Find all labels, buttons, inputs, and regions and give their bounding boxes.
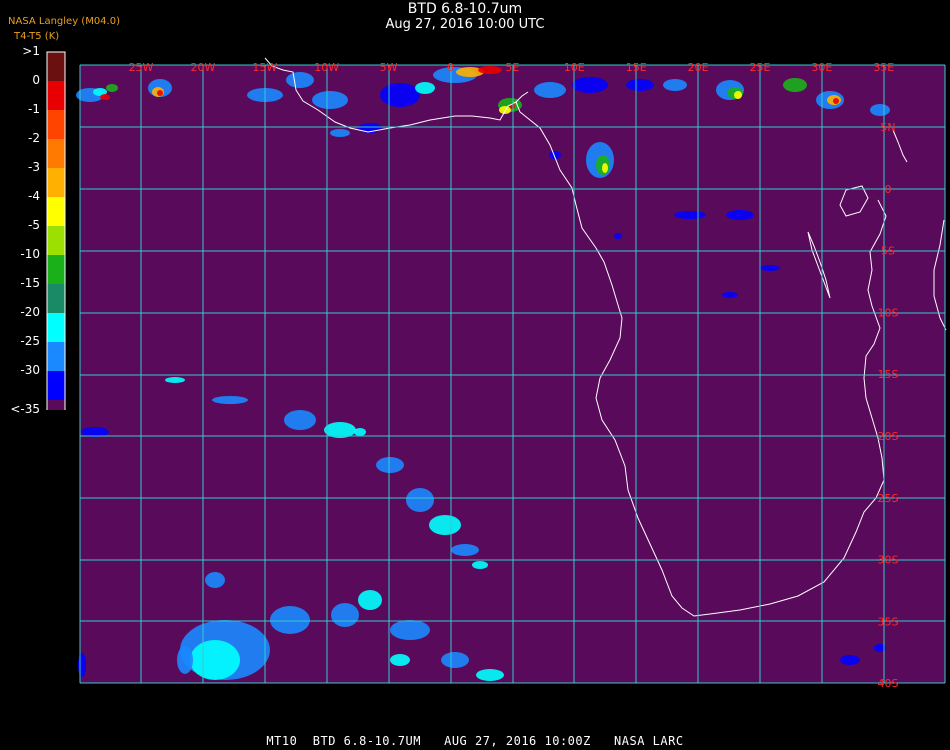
cloud-feature	[722, 292, 738, 298]
cloud-feature	[614, 233, 622, 239]
longitude-label: 20W	[190, 61, 215, 74]
cloud-feature	[286, 72, 314, 88]
cloud-feature	[205, 572, 225, 588]
cloud-feature	[833, 98, 839, 104]
latitude-label: 10S	[878, 306, 899, 319]
latitude-label: 5N	[880, 121, 895, 134]
cloud-feature	[478, 66, 502, 74]
cloud-feature	[331, 603, 359, 627]
cloud-feature	[429, 515, 461, 535]
cloud-feature	[451, 544, 479, 556]
cloud-feature	[190, 640, 240, 680]
longitude-label: 5E	[505, 61, 519, 74]
longitude-label: 35E	[873, 61, 894, 74]
cloud-feature	[100, 94, 110, 100]
cloud-feature	[106, 84, 118, 92]
longitude-label: 25E	[750, 61, 771, 74]
cloud-feature	[212, 396, 248, 404]
latitude-label: 20S	[878, 430, 899, 443]
cloud-feature	[602, 163, 608, 173]
cloud-feature	[840, 655, 860, 665]
cloud-feature	[472, 561, 488, 569]
cloud-feature	[358, 590, 382, 610]
cloud-feature	[783, 78, 807, 92]
longitude-label: 5W	[380, 61, 398, 74]
cloud-feature	[499, 106, 511, 114]
satellite-map: 25W 20W 15W 10W 5W 0 5E 10E 15E 20E 25E 30E 35E 5N 0 5…	[76, 57, 947, 690]
longitude-label: 15E	[626, 61, 647, 74]
cloud-feature	[312, 91, 348, 109]
longitude-label: 10W	[314, 61, 339, 74]
latitude-label: 5S	[881, 245, 895, 258]
cloud-feature	[330, 129, 350, 137]
cloud-feature	[870, 104, 890, 116]
cloud-feature	[177, 646, 193, 674]
latitude-label: 15S	[878, 368, 899, 381]
cloud-feature	[476, 669, 504, 681]
cloud-feature	[534, 82, 566, 98]
latitude-label: 25S	[878, 492, 899, 505]
cloud-feature	[390, 654, 410, 666]
longitude-label: 25W	[129, 61, 154, 74]
longitude-label: 0	[447, 61, 454, 74]
cloud-feature	[572, 77, 608, 93]
cloud-feature	[284, 410, 316, 430]
longitude-label: 10E	[564, 61, 585, 74]
latitude-label: 0	[885, 183, 892, 196]
cloud-feature	[726, 210, 754, 220]
cloud-feature	[390, 620, 430, 640]
cloud-feature	[760, 265, 780, 271]
longitude-label: 15W	[252, 61, 277, 74]
latitude-label: 30S	[878, 554, 899, 567]
cloud-feature	[674, 211, 706, 219]
cloud-feature	[78, 653, 86, 677]
cloud-feature	[157, 90, 163, 96]
cloud-feature	[380, 83, 420, 107]
latitude-label: 35S	[878, 615, 899, 628]
footer-caption: MT10 BTD 6.8-10.7UM AUG 27, 2016 10:00Z …	[266, 734, 684, 748]
cloud-feature	[165, 377, 185, 383]
cloud-feature	[663, 79, 687, 91]
cloud-feature	[354, 428, 366, 436]
cloud-feature	[406, 488, 434, 512]
cloud-feature	[270, 606, 310, 634]
latitude-label: 40S	[878, 677, 899, 690]
cloud-feature	[441, 652, 469, 668]
cloud-feature	[734, 91, 742, 99]
cloud-feature	[626, 79, 654, 91]
longitude-label: 20E	[688, 61, 709, 74]
longitude-label: 30E	[811, 61, 832, 74]
cloud-feature	[376, 457, 404, 473]
cloud-feature	[415, 82, 435, 94]
